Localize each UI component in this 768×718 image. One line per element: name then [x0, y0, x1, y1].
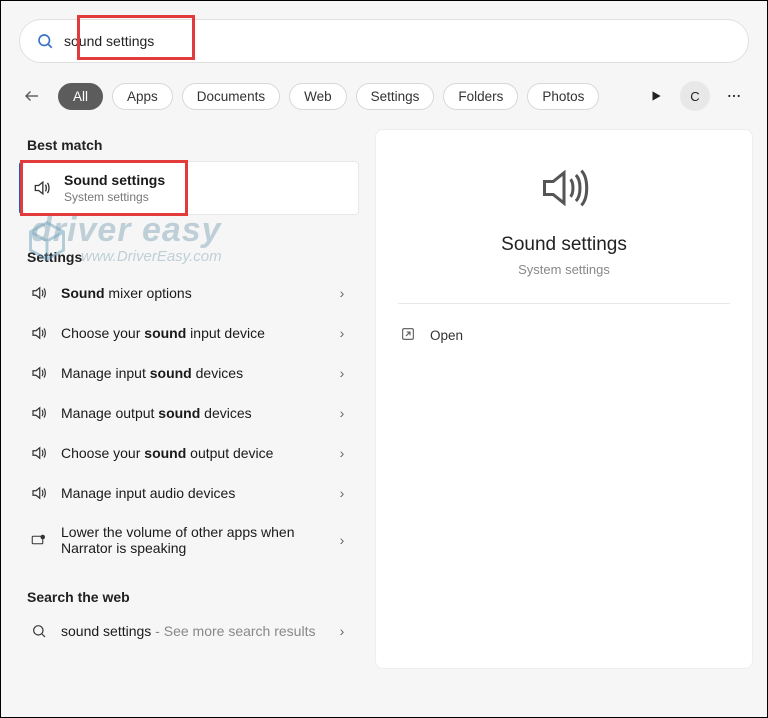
result-title: Choose your sound input device: [61, 325, 323, 341]
result-title: Choose your sound output device: [61, 445, 323, 461]
speaker-icon: [29, 364, 49, 382]
play-icon[interactable]: [641, 81, 671, 111]
result-title: Manage output sound devices: [61, 405, 323, 421]
search-icon: [29, 623, 49, 639]
settings-result[interactable]: Manage input sound devices ›: [19, 353, 359, 393]
filter-chip-documents[interactable]: Documents: [182, 83, 280, 110]
more-icon[interactable]: [719, 81, 749, 111]
result-title: Manage input sound devices: [61, 365, 323, 381]
open-label: Open: [430, 328, 463, 343]
settings-result[interactable]: Lower the volume of other apps when Narr…: [19, 513, 359, 567]
search-bar[interactable]: [19, 19, 749, 63]
settings-result[interactable]: Choose your sound output device ›: [19, 433, 359, 473]
filter-chip-photos[interactable]: Photos: [527, 83, 599, 110]
chevron-right-icon: ›: [335, 405, 349, 421]
chevron-right-icon: ›: [335, 532, 349, 548]
back-button[interactable]: [19, 83, 45, 109]
open-action[interactable]: Open: [398, 322, 730, 349]
filter-chip-apps[interactable]: Apps: [112, 83, 173, 110]
speaker-icon: [29, 404, 49, 422]
filter-chip-all[interactable]: All: [58, 83, 103, 110]
settings-result[interactable]: Manage input audio devices ›: [19, 473, 359, 513]
speaker-icon: [29, 484, 49, 502]
search-icon: [36, 32, 54, 50]
chevron-right-icon: ›: [335, 325, 349, 341]
chevron-right-icon: ›: [335, 365, 349, 381]
divider: [398, 303, 730, 304]
speaker-icon: [29, 284, 49, 302]
speaker-icon: [32, 178, 52, 198]
search-input[interactable]: [64, 33, 732, 49]
result-title: Sound mixer options: [61, 285, 323, 301]
filter-chip-settings[interactable]: Settings: [356, 83, 435, 110]
speaker-icon-large: [398, 162, 730, 214]
speaker-icon: [29, 324, 49, 342]
chevron-right-icon: ›: [335, 623, 349, 639]
result-title: Lower the volume of other apps when Narr…: [61, 524, 323, 556]
filter-chip-folders[interactable]: Folders: [443, 83, 518, 110]
result-title: Manage input audio devices: [61, 485, 323, 501]
settings-result[interactable]: Sound mixer options ›: [19, 273, 359, 313]
web-result[interactable]: sound settings - See more search results…: [19, 613, 359, 649]
chevron-right-icon: ›: [335, 285, 349, 301]
detail-panel: Sound settings System settings Open: [375, 129, 753, 669]
result-subtitle: System settings: [64, 190, 348, 204]
detail-subtitle: System settings: [398, 262, 730, 277]
chevron-right-icon: ›: [335, 445, 349, 461]
speaker-icon: [29, 444, 49, 462]
settings-result[interactable]: Manage output sound devices ›: [19, 393, 359, 433]
narrator-icon: [29, 531, 49, 549]
filter-chip-web[interactable]: Web: [289, 83, 347, 110]
account-avatar[interactable]: C: [680, 81, 710, 111]
settings-result[interactable]: Choose your sound input device ›: [19, 313, 359, 353]
section-search-web: Search the web: [19, 581, 359, 613]
filter-row: All Apps Documents Web Settings Folders …: [19, 81, 749, 111]
detail-title: Sound settings: [398, 234, 730, 256]
section-best-match: Best match: [19, 129, 359, 161]
open-icon: [400, 326, 416, 345]
web-result-title: sound settings - See more search results: [61, 623, 323, 639]
result-sound-settings[interactable]: Sound settings System settings: [19, 161, 359, 215]
chevron-right-icon: ›: [335, 485, 349, 501]
result-title: Sound settings: [64, 172, 348, 188]
section-settings: Settings: [19, 241, 359, 273]
results-column: Best match Sound settings System setting…: [19, 129, 359, 669]
